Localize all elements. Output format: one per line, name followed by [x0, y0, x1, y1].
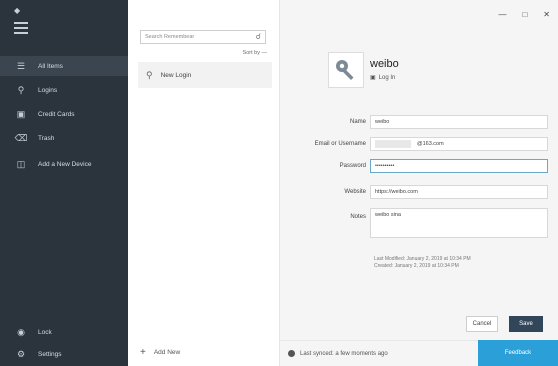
maximize-icon[interactable]: □ [522, 10, 527, 19]
hamburger-menu-icon[interactable] [14, 22, 28, 34]
window-controls: — □ ✕ [498, 10, 550, 19]
item-metadata: Last Modified: January 2, 2019 at 10:34 … [374, 256, 471, 270]
item-list-panel: Search Remembear ☌ Sort by — ⚲ New Login… [128, 0, 280, 366]
log-in-link[interactable]: ▣ Log In [370, 74, 396, 82]
sidebar-item-label: Add a New Device [38, 160, 92, 168]
sidebar-item-add-device[interactable]: ◫ Add a New Device [0, 154, 128, 174]
sidebar-item-settings[interactable]: ⚙ Settings [0, 344, 128, 364]
password-field[interactable]: •••••••••• [370, 159, 548, 173]
website-field[interactable]: https://weibo.com [370, 185, 548, 199]
device-icon: ◫ [16, 158, 26, 169]
close-icon[interactable]: ✕ [543, 10, 550, 19]
email-label: Email or Username [314, 141, 366, 147]
sync-status-text: Last synced: a few moments ago [300, 350, 388, 357]
list-item-label: New Login [160, 71, 192, 79]
sidebar-item-label: Logins [38, 86, 58, 94]
plus-icon: + [140, 347, 146, 358]
item-title: weibo [370, 58, 399, 70]
feedback-button[interactable]: Feedback [478, 340, 558, 366]
sidebar-item-credit-cards[interactable]: ▣ Credit Cards [0, 104, 128, 124]
sidebar-item-lock[interactable]: ◉ Lock [0, 322, 128, 342]
key-icon: ⚲ [146, 69, 153, 80]
trash-icon: ⌫ [14, 132, 28, 143]
sidebar-item-logins[interactable]: ⚲ Logins [0, 80, 128, 100]
sidebar-item-all-items[interactable]: ☰ All Items [0, 56, 128, 76]
email-field[interactable]: @163.com [370, 137, 548, 151]
notes-field[interactable]: weibo sina [370, 208, 548, 238]
key-icon [328, 52, 364, 88]
detail-panel: — □ ✕ weibo ▣ Log In Name weibo Email or… [280, 0, 558, 366]
search-input[interactable]: Search Remembear ☌ [140, 30, 266, 44]
sync-status-icon [288, 350, 295, 357]
lock-icon: ◉ [17, 326, 25, 337]
search-placeholder: Search Remembear [145, 34, 195, 40]
last-modified-text: Last Modified: January 2, 2019 at 10:34 … [374, 256, 471, 262]
sidebar-item-label: All Items [38, 62, 63, 70]
created-text: Created: January 2, 2019 at 10:34 PM [374, 263, 459, 269]
sidebar-item-label: Lock [38, 328, 52, 336]
email-value: @163.com [417, 141, 444, 147]
sidebar-item-label: Settings [38, 350, 62, 358]
cancel-button[interactable]: Cancel [466, 316, 498, 332]
app-logo-icon: ◆ [14, 6, 21, 15]
minimize-icon[interactable]: — [498, 10, 506, 19]
log-in-label: Log In [378, 74, 396, 81]
status-bar: Last synced: a few moments ago [280, 340, 478, 366]
add-new-label: Add New [153, 349, 181, 356]
redacted-username [375, 140, 411, 148]
list-item[interactable]: ⚲ New Login [138, 62, 272, 88]
search-icon: ☌ [255, 32, 261, 41]
name-label: Name [349, 119, 366, 125]
password-label: Password [339, 163, 366, 169]
name-field[interactable]: weibo [370, 115, 548, 129]
card-icon: ▣ [16, 108, 26, 119]
sidebar-item-trash[interactable]: ⌫ Trash [0, 128, 128, 148]
save-button[interactable]: Save [509, 316, 543, 332]
external-link-icon: ▣ [370, 75, 376, 81]
sort-by-dropdown[interactable]: Sort by — [243, 50, 267, 56]
sidebar-item-label: Trash [38, 134, 55, 142]
gear-icon: ⚙ [16, 348, 26, 359]
add-new-button[interactable]: + Add New [140, 347, 180, 358]
notes-label: Notes [350, 214, 366, 220]
sidebar-item-label: Credit Cards [38, 110, 75, 118]
list-icon: ☰ [16, 60, 26, 71]
sidebar: ◆ ☰ All Items ⚲ Logins ▣ Credit Cards ⌫ … [0, 0, 128, 366]
website-label: Website [344, 189, 366, 195]
key-icon: ⚲ [17, 84, 25, 95]
